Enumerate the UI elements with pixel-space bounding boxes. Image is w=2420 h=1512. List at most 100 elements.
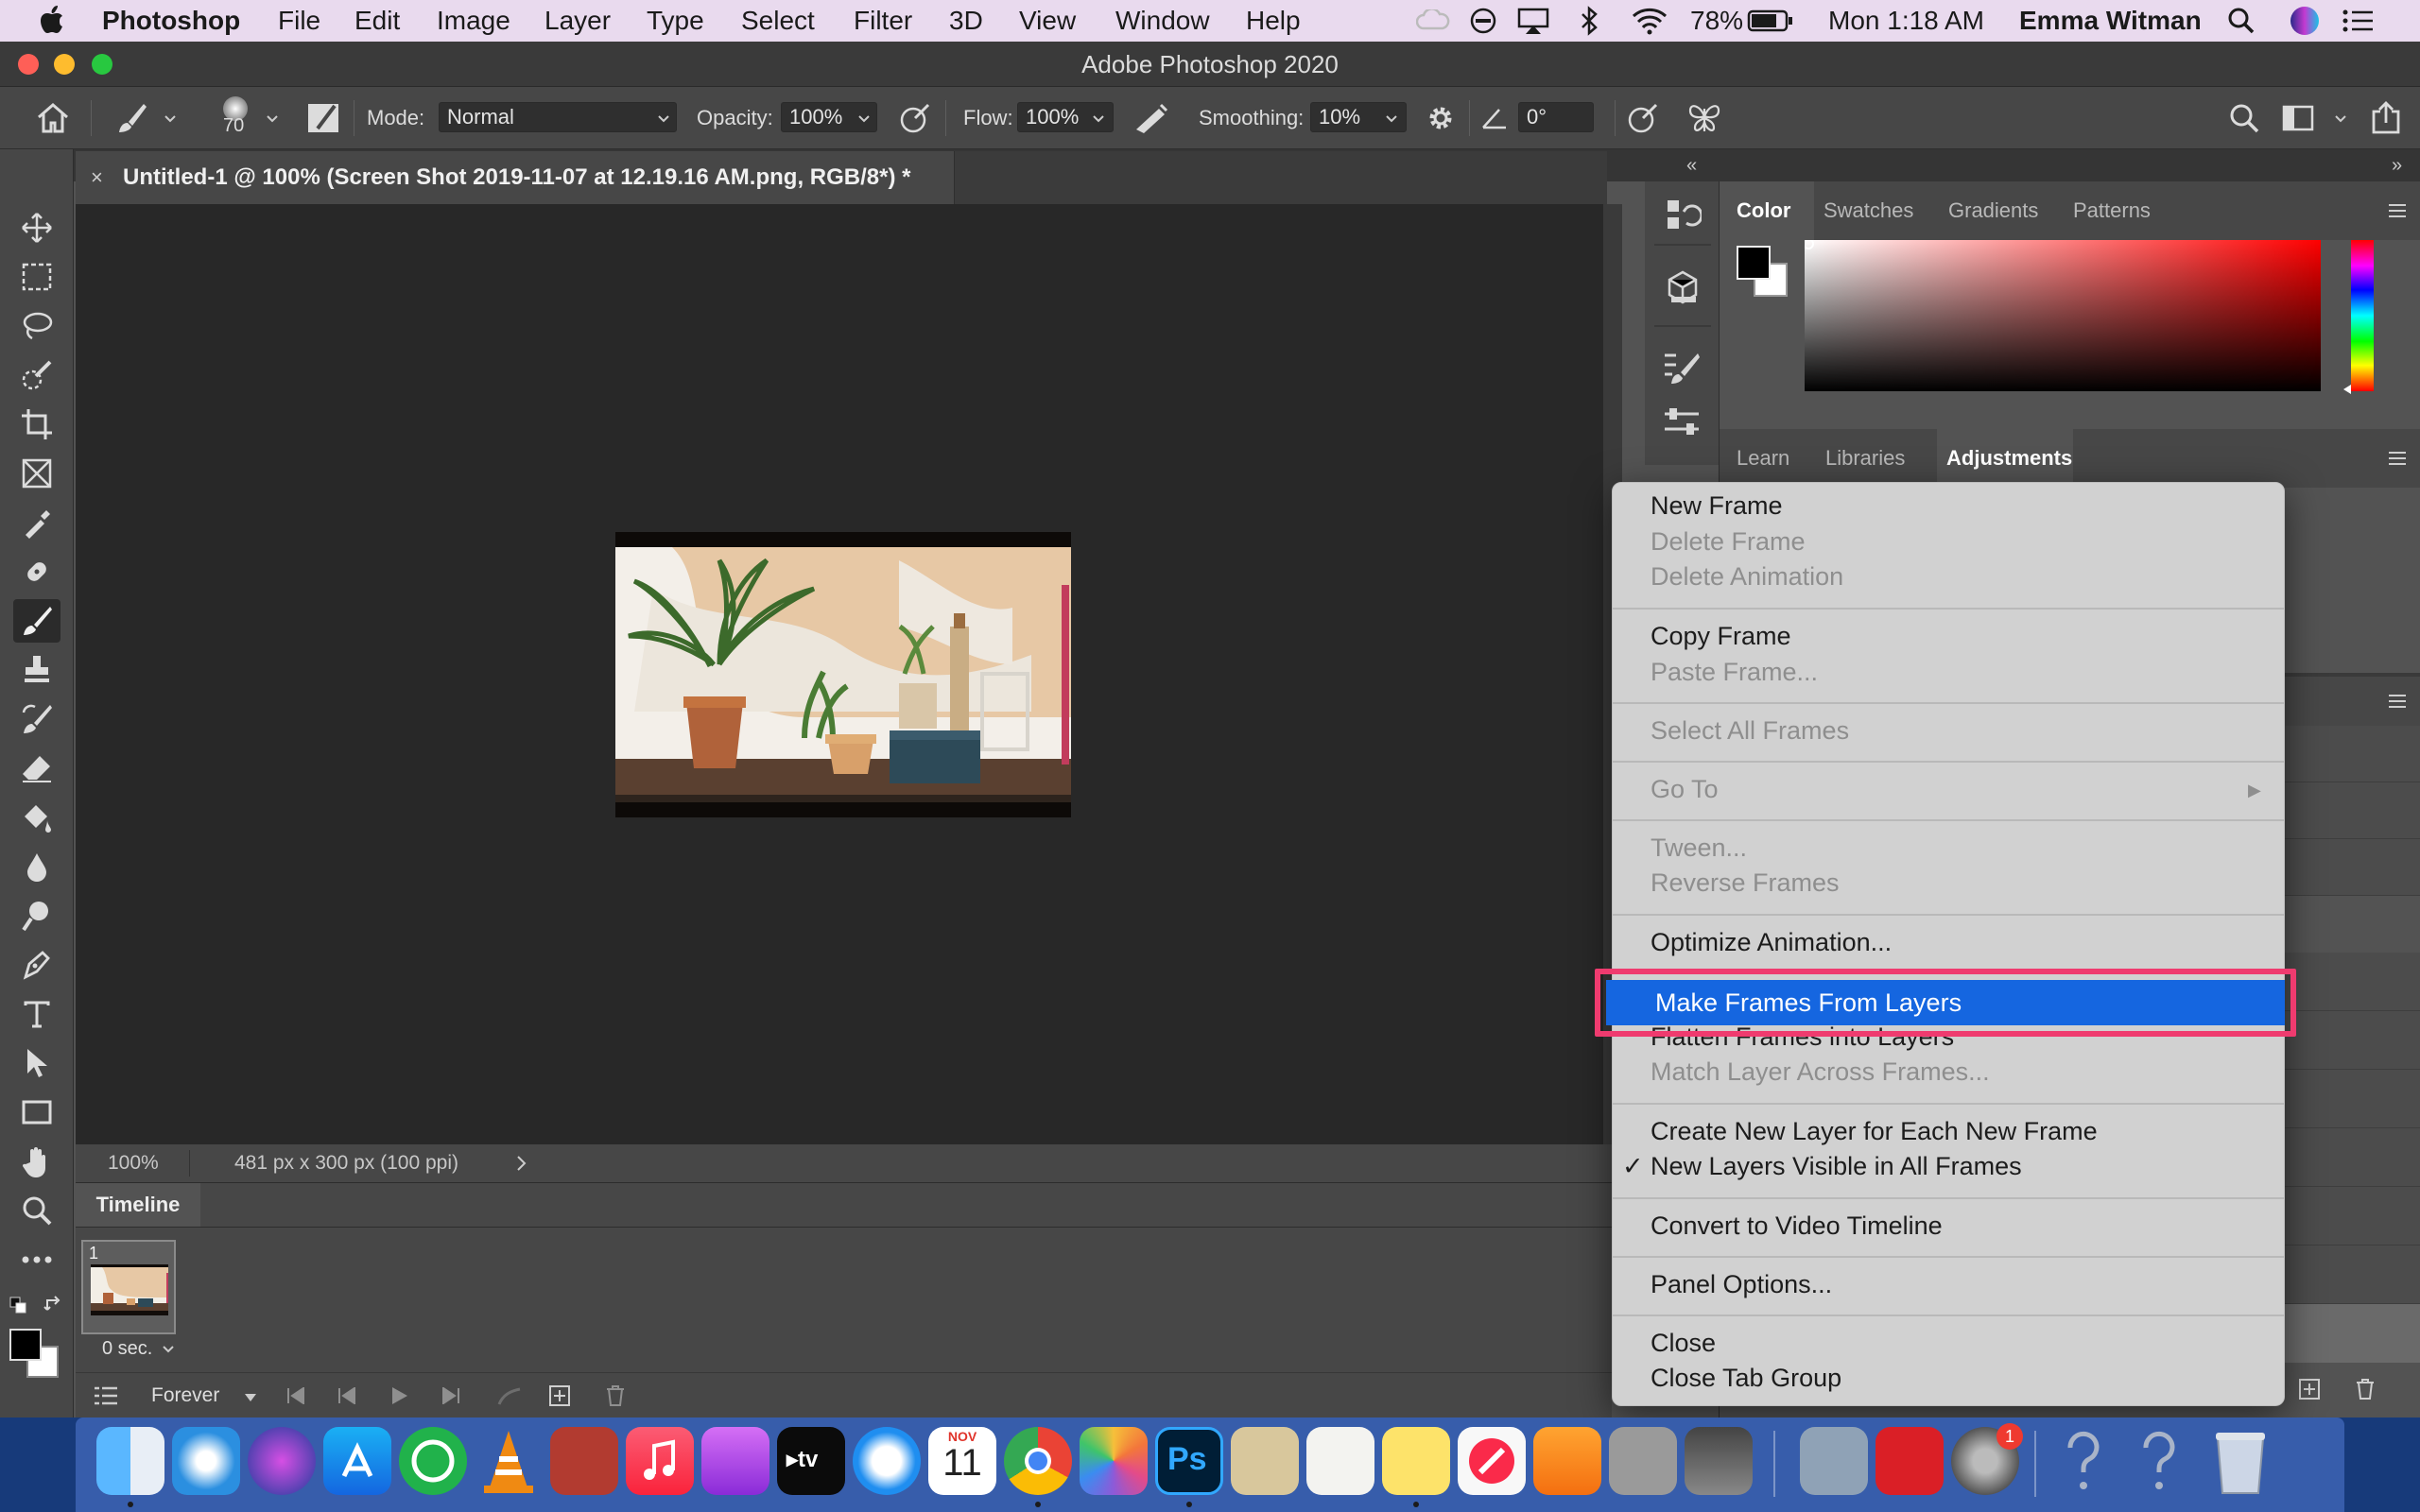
books-icon[interactable] (1533, 1427, 1601, 1495)
canvas-workspace[interactable] (76, 204, 1607, 1144)
pages-icon[interactable] (1231, 1427, 1299, 1495)
document-image[interactable] (615, 532, 1071, 817)
menu-help[interactable]: Help (1246, 0, 1301, 42)
menu-item-new-layers-visible[interactable]: New Layers Visible in All Frames (1613, 1148, 2284, 1184)
calculator-icon[interactable] (1609, 1427, 1677, 1495)
crop-tool[interactable] (13, 403, 60, 446)
swap-colors-icon[interactable] (43, 1295, 62, 1314)
tween-icon[interactable] (497, 1387, 522, 1406)
menubar-clock[interactable]: Mon 1:18 AM (1828, 0, 1984, 42)
chrome-icon[interactable] (1004, 1427, 1072, 1495)
panel-foreground-swatch[interactable] (1737, 246, 1771, 280)
menu-item-close[interactable]: Close (1613, 1325, 2284, 1361)
pressure-size-icon[interactable] (1626, 101, 1660, 135)
brush-settings-icon[interactable] (1662, 350, 1702, 387)
opacity-caret-icon[interactable] (858, 115, 870, 123)
workspace-caret-icon[interactable] (2335, 115, 2346, 123)
smoothing-caret-icon[interactable] (1386, 115, 1397, 123)
panel-menu-icon[interactable] (2387, 451, 2408, 466)
news-icon[interactable] (1458, 1427, 1526, 1495)
color-field[interactable] (1805, 240, 2321, 391)
frame-delay[interactable]: 0 sec. (102, 1338, 152, 1360)
brushes-panel-icon[interactable] (1662, 404, 1702, 438)
share-icon[interactable] (2371, 100, 2401, 134)
safari-icon[interactable] (172, 1427, 240, 1495)
history-panel-icon[interactable] (1664, 197, 1702, 234)
clone-stamp-tool[interactable] (13, 648, 60, 692)
menu-item-panel-options[interactable]: Panel Options... (1613, 1266, 2284, 1302)
close-document-icon[interactable]: × (91, 151, 103, 204)
timeline-tab[interactable]: Timeline (76, 1183, 200, 1227)
document-info[interactable]: 481 px x 300 px (100 ppi) (234, 1144, 458, 1182)
photos-icon[interactable] (1080, 1427, 1148, 1495)
menu-item-new-frame[interactable]: New Frame (1613, 488, 2284, 524)
symmetry-butterfly-icon[interactable] (1686, 101, 1722, 135)
menu-item-create-new-layer-each-frame[interactable]: Create New Layer for Each New Frame (1613, 1113, 2284, 1149)
brush-tool-preset-icon[interactable] (115, 101, 149, 135)
document-tab[interactable]: × Untitled-1 @ 100% (Screen Shot 2019-11… (76, 151, 955, 204)
tab-learn[interactable]: Learn (1737, 429, 1789, 488)
photo-booth-icon[interactable] (550, 1427, 618, 1495)
default-colors-icon[interactable] (9, 1297, 26, 1314)
apple-tv-icon[interactable]: ▸tv (777, 1427, 845, 1495)
tab-swatches[interactable]: Swatches (1824, 181, 1913, 240)
brush-angle-field[interactable]: 0° (1518, 102, 1594, 132)
loop-option[interactable]: Forever (151, 1380, 219, 1412)
loop-caret-icon[interactable] (244, 1393, 257, 1402)
menubar-user[interactable]: Emma Witman (2019, 0, 2202, 42)
menu-layer[interactable]: Layer (544, 0, 611, 42)
frame-tool[interactable] (13, 452, 60, 495)
delete-layer-icon[interactable] (2355, 1378, 2376, 1400)
zoom-tool[interactable] (13, 1189, 60, 1232)
new-layer-icon[interactable] (2298, 1378, 2321, 1400)
path-selection-tool[interactable] (13, 1041, 60, 1085)
menu-view[interactable]: View (1019, 0, 1076, 42)
notification-center-icon[interactable] (2342, 9, 2373, 33)
hand-tool[interactable] (13, 1140, 60, 1183)
vlc-icon[interactable] (475, 1427, 543, 1495)
menu-file[interactable]: File (278, 0, 320, 42)
quick-selection-tool[interactable] (13, 353, 60, 397)
animation-frame-1[interactable]: 1 (81, 1240, 176, 1334)
spotlight-search-icon[interactable] (2227, 7, 2256, 35)
pressure-opacity-icon[interactable] (898, 101, 932, 135)
menu-3d[interactable]: 3D (949, 0, 983, 42)
screen-capture-icon[interactable] (1685, 1427, 1753, 1495)
workspace-switcher-icon[interactable] (2282, 105, 2314, 131)
gear-icon[interactable] (1426, 103, 1456, 133)
battery-icon[interactable] (1747, 9, 1794, 33)
pen-tool[interactable] (13, 943, 60, 987)
system-preferences-icon[interactable]: 1 (1951, 1423, 2023, 1495)
apple-icon[interactable] (40, 6, 64, 34)
menu-item-copy-frame[interactable]: Copy Frame (1613, 618, 2284, 654)
creative-cloud-status-icon[interactable] (1416, 9, 1450, 32)
preview-icon[interactable] (1800, 1427, 1868, 1495)
menu-item-convert-to-video-timeline[interactable]: Convert to Video Timeline (1613, 1208, 2284, 1244)
tab-color[interactable]: Color (1737, 181, 1790, 240)
first-frame-icon[interactable] (285, 1387, 306, 1404)
whatsapp-icon[interactable] (399, 1427, 467, 1495)
hue-slider[interactable] (2343, 240, 2381, 401)
type-tool[interactable] (13, 992, 60, 1036)
textedit-icon[interactable] (1306, 1427, 1374, 1495)
dodge-tool[interactable] (13, 894, 60, 937)
bluetooth-icon[interactable] (1579, 6, 1599, 36)
next-frame-icon[interactable] (441, 1387, 461, 1404)
app-store-icon[interactable] (323, 1427, 391, 1495)
menu-item-optimize-animation[interactable]: Optimize Animation... (1613, 924, 2284, 960)
menu-edit[interactable]: Edit (354, 0, 400, 42)
trash-icon[interactable] (2212, 1425, 2269, 1497)
collapse-panels-icon[interactable]: » (2392, 149, 2402, 181)
do-not-disturb-icon[interactable] (1469, 7, 1497, 35)
brush-size-value[interactable]: 70 (223, 115, 244, 136)
brush-settings-panel-icon[interactable] (306, 102, 340, 134)
app-menu[interactable]: Photoshop (102, 0, 240, 42)
blend-mode-select[interactable]: Normal (439, 102, 677, 132)
creative-cloud-icon[interactable] (1876, 1427, 1944, 1495)
flow-caret-icon[interactable] (1093, 115, 1104, 123)
search-icon[interactable] (2229, 103, 2259, 133)
music-icon[interactable] (626, 1427, 694, 1495)
marquee-tool[interactable] (13, 255, 60, 299)
airplay-icon[interactable] (1516, 7, 1550, 35)
zoom-level[interactable]: 100% (108, 1144, 159, 1182)
